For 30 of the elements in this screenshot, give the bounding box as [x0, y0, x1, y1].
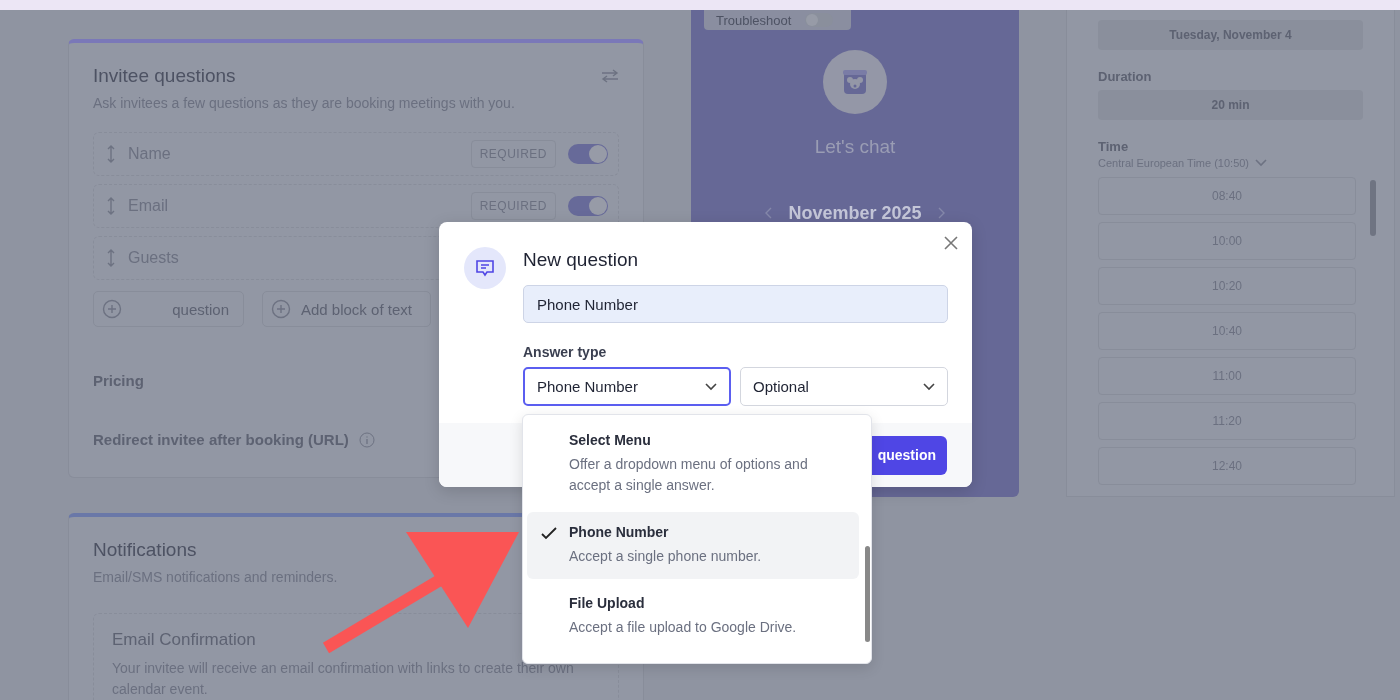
- swap-icon[interactable]: [601, 69, 619, 83]
- drag-handle-icon[interactable]: [106, 196, 116, 216]
- month-title: November 2025: [788, 202, 922, 224]
- required-toggle[interactable]: [568, 144, 608, 164]
- chat-icon: [464, 247, 506, 289]
- plus-circle-icon: [271, 299, 291, 319]
- scrollbar: [1370, 180, 1376, 236]
- answer-type-select[interactable]: Phone Number: [523, 367, 731, 406]
- next-icon[interactable]: [937, 207, 945, 219]
- chevron-down-icon: [705, 382, 717, 391]
- drag-handle-icon[interactable]: [106, 144, 116, 164]
- requirement-select[interactable]: Optional: [740, 367, 948, 406]
- section-title: Notifications: [93, 539, 197, 561]
- previous-icon[interactable]: [765, 207, 773, 219]
- drag-handle-icon[interactable]: [106, 248, 116, 268]
- close-icon: [944, 236, 958, 250]
- question-field[interactable]: Phone Number: [523, 285, 948, 323]
- troubleshoot-toggle[interactable]: Troubleshoot: [704, 10, 851, 30]
- bear-mug-icon: [840, 67, 870, 97]
- field-label: Answer type: [523, 344, 608, 360]
- close-button[interactable]: [942, 234, 960, 252]
- info-icon[interactable]: [358, 431, 375, 448]
- section-title: Invitee questions: [93, 65, 236, 87]
- plus-circle-icon: [102, 299, 122, 319]
- menu-option[interactable]: Phone Number Accept a single phone number.: [527, 512, 859, 579]
- chevron-down-icon: [923, 382, 935, 391]
- chevron-down-icon: [1255, 159, 1268, 167]
- required-toggle[interactable]: [568, 196, 608, 216]
- check-icon: [541, 527, 557, 540]
- menu-option[interactable]: File Upload Accept a file upload to Google Drive.: [527, 583, 859, 650]
